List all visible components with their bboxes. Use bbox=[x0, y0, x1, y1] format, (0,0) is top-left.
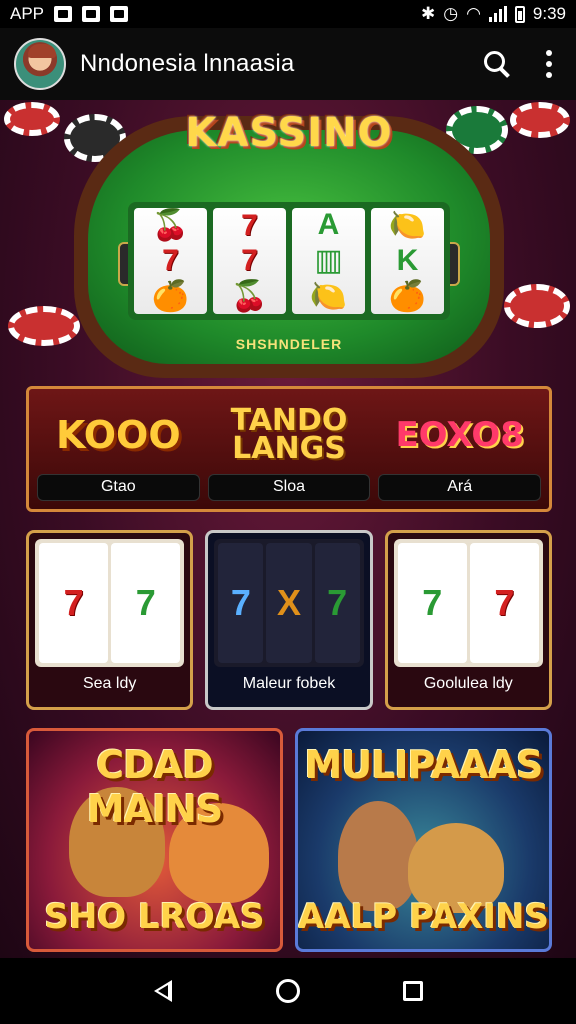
download-icon bbox=[110, 6, 129, 22]
category-logo: EOXO8 bbox=[395, 415, 524, 456]
back-button[interactable] bbox=[143, 971, 183, 1011]
category-label: Ará bbox=[378, 473, 542, 501]
reel-symbol: ▥ bbox=[314, 243, 343, 277]
hero-reel: 🍒 7 🍊 bbox=[134, 208, 207, 314]
reel-symbol: 7 bbox=[241, 243, 258, 277]
slot-label: Sea ldy bbox=[82, 675, 137, 692]
category-item[interactable]: TANDO LANGS Sloa bbox=[207, 397, 371, 501]
reel-symbol: 7 bbox=[397, 543, 467, 663]
hero-caption: SHSHNDELER bbox=[235, 336, 343, 352]
category-logo: TANDO LANGS bbox=[230, 402, 348, 467]
reel-symbol: 7 bbox=[162, 243, 179, 277]
recents-icon bbox=[403, 981, 424, 1001]
reel-symbol: 🍒 bbox=[230, 279, 269, 313]
home-icon bbox=[275, 979, 300, 1003]
app-title: Nndonesia lnnaasia bbox=[80, 50, 295, 77]
reel-symbol: 🍊 bbox=[151, 279, 190, 313]
status-time: 9:39 bbox=[532, 4, 566, 23]
bluetooth-icon: ✱ bbox=[420, 4, 436, 23]
chip-decoration bbox=[8, 306, 80, 346]
app-bar: Nndonesia lnnaasia bbox=[0, 28, 576, 100]
category-label: Gtao bbox=[37, 473, 200, 501]
signal-icon bbox=[488, 6, 507, 22]
home-button[interactable] bbox=[268, 971, 308, 1011]
hero-banner[interactable]: 🍒 7 🍊 7 7 🍒 A ▥ 🍋 🍋 K 🍊 SHSHNDELER KASSI… bbox=[74, 110, 504, 378]
avatar[interactable] bbox=[14, 38, 66, 90]
reel-symbol: 7 bbox=[218, 543, 264, 663]
battery-icon bbox=[514, 5, 525, 23]
image-icon bbox=[54, 6, 73, 22]
featured-title: CDAD MAINS bbox=[86, 743, 224, 831]
reel-symbol: 7 bbox=[39, 543, 109, 663]
slot-tile[interactable]: 7 X 7 Maleur fobek bbox=[205, 530, 373, 710]
recents-button[interactable] bbox=[393, 971, 433, 1011]
category-item[interactable]: EOXO8 Ará bbox=[378, 397, 542, 501]
slot-label: Goolulea ldy bbox=[423, 675, 513, 692]
slot-label: Maleur fobek bbox=[242, 675, 336, 692]
featured-subtitle: AALP PAXINS bbox=[298, 897, 549, 937]
category-banner: KOOO Gtao TANDO LANGS Sloa EOXO8 Ará bbox=[26, 386, 552, 512]
hero-reel: 🍋 K 🍊 bbox=[371, 208, 444, 314]
character-illustration bbox=[338, 801, 418, 911]
hero-title: KASSINO bbox=[185, 110, 393, 156]
featured-title: MULIPAAAS bbox=[304, 743, 544, 787]
category-item[interactable]: KOOO Gtao bbox=[37, 397, 200, 501]
reel-symbol: 🍋 bbox=[309, 279, 348, 313]
reel-symbol: 🍊 bbox=[388, 279, 427, 313]
reel-symbol: 7 bbox=[314, 543, 360, 663]
featured-card[interactable]: CDAD MAINS SHO LROAS bbox=[26, 728, 283, 952]
slot-reels: 7 7 bbox=[35, 539, 185, 667]
reel-symbol: 🍋 bbox=[388, 209, 427, 243]
category-label: Sloa bbox=[207, 473, 371, 501]
alarm-icon: ◷ bbox=[443, 4, 459, 23]
hero-reel: A ▥ 🍋 bbox=[292, 208, 365, 314]
featured-card[interactable]: MULIPAAAS AALP PAXINS bbox=[295, 728, 552, 952]
wifi-icon: ◠ bbox=[466, 4, 481, 23]
reel-symbol: X bbox=[266, 543, 312, 663]
reel-symbol: 7 bbox=[469, 543, 539, 663]
slot-reels: 7 7 bbox=[393, 539, 543, 667]
reel-symbol: A bbox=[317, 208, 340, 242]
category-logo: KOOO bbox=[56, 413, 181, 458]
main-content[interactable]: 🍒 7 🍊 7 7 🍒 A ▥ 🍋 🍋 K 🍊 SHSHNDELER KASSI… bbox=[0, 100, 576, 958]
status-bar: APP ✱ ◷ ◠ 9:39 bbox=[0, 0, 576, 28]
chip-decoration bbox=[504, 284, 570, 328]
chip-decoration bbox=[510, 102, 570, 138]
featured-subtitle: SHO LROAS bbox=[44, 897, 265, 937]
hero-reel: 7 7 🍒 bbox=[213, 208, 286, 314]
slot-tile[interactable]: 7 7 Goolulea ldy bbox=[384, 530, 552, 710]
hero-reels: 🍒 7 🍊 7 7 🍒 A ▥ 🍋 🍋 K 🍊 bbox=[128, 202, 450, 320]
back-icon bbox=[153, 980, 172, 1002]
search-icon[interactable] bbox=[482, 49, 512, 79]
reel-symbol: 7 bbox=[111, 543, 181, 663]
reel-symbol: 7 bbox=[241, 208, 258, 242]
system-nav-bar bbox=[0, 958, 576, 1024]
more-vert-icon[interactable] bbox=[546, 50, 552, 78]
chip-decoration bbox=[4, 102, 60, 136]
slot-tile[interactable]: 7 7 Sea ldy bbox=[26, 530, 194, 710]
status-app-label: APP bbox=[10, 4, 45, 23]
hero-table: 🍒 7 🍊 7 7 🍒 A ▥ 🍋 🍋 K 🍊 SHSHNDELER bbox=[88, 130, 490, 364]
reel-symbol: 🍒 bbox=[151, 209, 190, 243]
mail-icon bbox=[82, 6, 101, 22]
slot-reels: 7 X 7 bbox=[214, 539, 364, 667]
reel-symbol: K bbox=[396, 243, 419, 277]
slot-grid: 7 7 Sea ldy 7 X 7 Maleur fobek 7 7 Goolu… bbox=[26, 530, 552, 710]
featured-cards: CDAD MAINS SHO LROAS MULIPAAAS AALP PAXI… bbox=[26, 728, 552, 952]
